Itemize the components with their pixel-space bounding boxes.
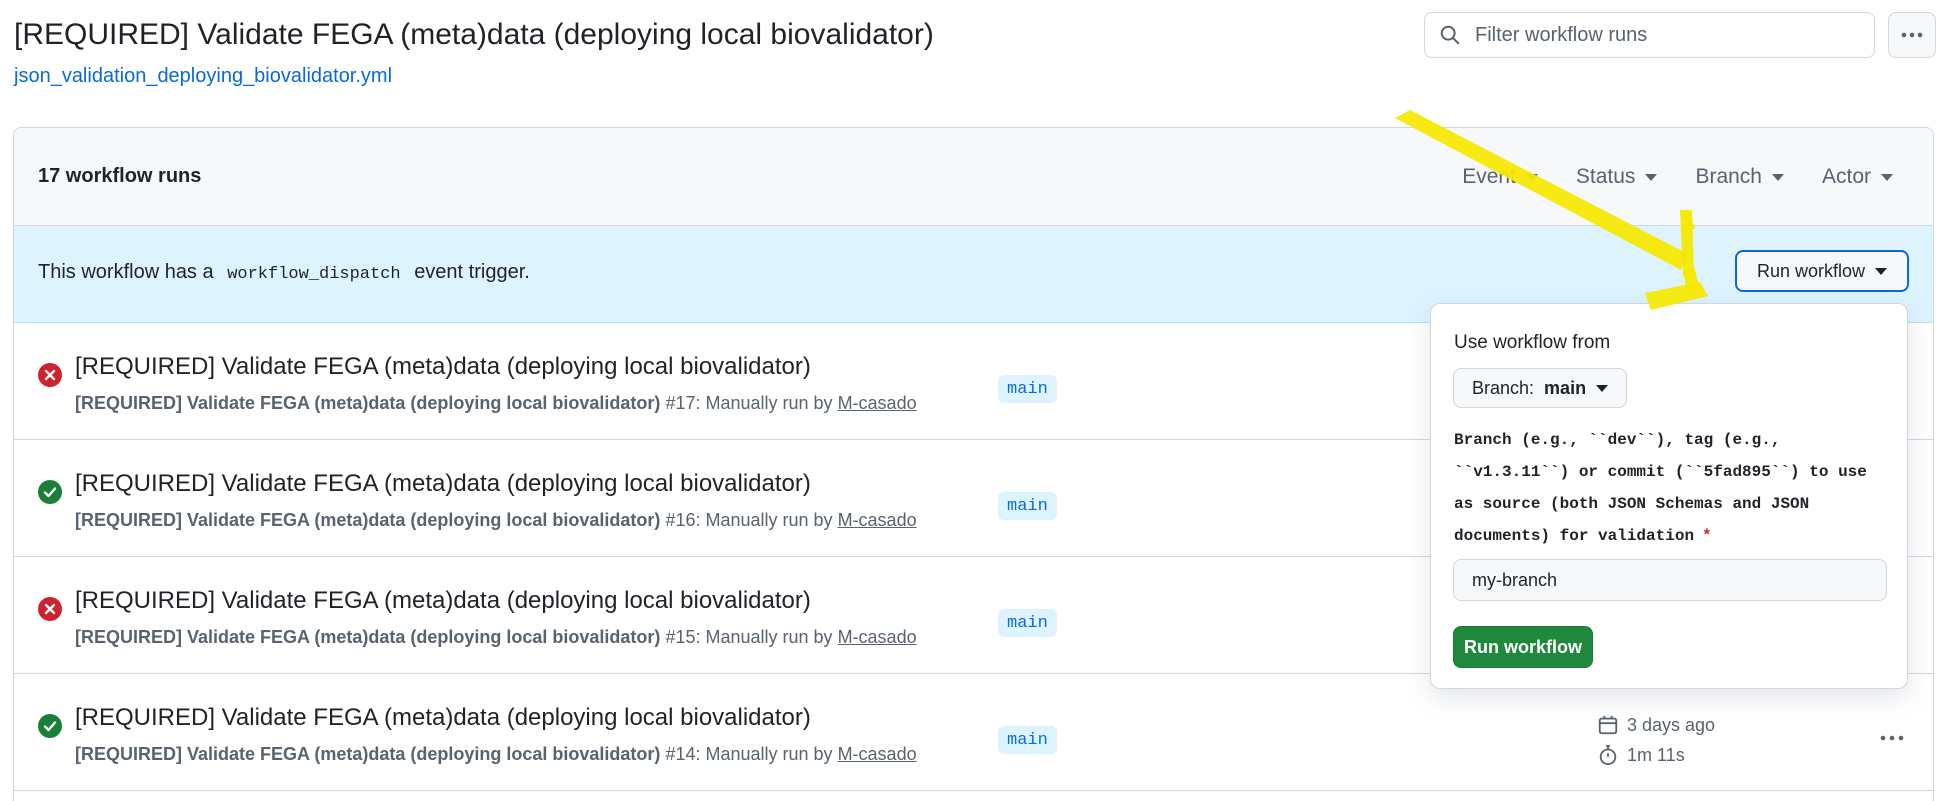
run-more-options-button[interactable] (1876, 726, 1908, 750)
run-title[interactable]: [REQUIRED] Validate FEGA (meta)data (dep… (75, 587, 811, 615)
success-check-circle-icon (38, 714, 62, 738)
run-title[interactable]: [REQUIRED] Validate FEGA (meta)data (dep… (75, 470, 811, 498)
run-title[interactable]: [REQUIRED] Validate FEGA (meta)data (dep… (75, 353, 811, 381)
page-title: [REQUIRED] Validate FEGA (meta)data (dep… (14, 18, 934, 51)
run-info: #15: Manually run by (665, 627, 833, 647)
run-workflow-popover: Use workflow from Branch: main Branch (e… (1430, 303, 1908, 689)
run-meta: [REQUIRED] Validate FEGA (meta)data (dep… (75, 744, 917, 765)
kebab-horizontal-icon (1901, 32, 1923, 38)
caret-down-icon (1875, 267, 1888, 275)
branch-select-value: main (1544, 377, 1587, 398)
run-title[interactable]: [REQUIRED] Validate FEGA (meta)data (dep… (75, 704, 811, 732)
branch-label[interactable]: main (998, 609, 1057, 637)
workflow-runs-count: 17 workflow runs (38, 165, 202, 187)
dispatch-text-after: event trigger. (414, 261, 530, 283)
run-actor-link[interactable]: M-casado (838, 744, 917, 764)
run-time-info: 3 days ago 1m 11s (1597, 710, 1715, 770)
run-workflow-dropdown-button[interactable]: Run workflow (1735, 250, 1909, 292)
run-info: #16: Manually run by (665, 510, 833, 530)
run-meta: [REQUIRED] Validate FEGA (meta)data (dep… (75, 510, 917, 531)
run-meta: [REQUIRED] Validate FEGA (meta)data (dep… (75, 627, 917, 648)
more-options-button[interactable] (1888, 12, 1936, 58)
branch-label[interactable]: main (998, 492, 1057, 520)
success-check-circle-icon (38, 480, 62, 504)
run-workflow-name: [REQUIRED] Validate FEGA (meta)data (dep… (75, 393, 661, 413)
branch-select-prefix: Branch: (1472, 377, 1535, 398)
run-duration: 1m 11s (1627, 744, 1685, 765)
caret-down-icon (1881, 173, 1893, 181)
branch-label[interactable]: main (998, 375, 1057, 403)
search-icon (1440, 25, 1460, 45)
branch-filter-label: Branch (1695, 165, 1762, 188)
branch-select-button[interactable]: Branch: main (1453, 368, 1628, 408)
required-mark: * (1702, 527, 1712, 545)
calendar-icon (1598, 715, 1618, 735)
run-workflow-name: [REQUIRED] Validate FEGA (meta)data (dep… (75, 744, 661, 764)
filter-runs-input[interactable] (1475, 23, 1855, 47)
status-filter-menu[interactable]: Status (1576, 165, 1658, 189)
run-workflow-submit-button[interactable]: Run workflow (1453, 626, 1593, 668)
branch-label[interactable]: main (998, 726, 1057, 754)
caret-down-icon (1525, 173, 1538, 181)
run-meta: [REQUIRED] Validate FEGA (meta)data (dep… (75, 393, 917, 414)
dispatch-code: workflow_dispatch (227, 265, 401, 284)
run-time-ago: 3 days ago (1627, 714, 1716, 735)
actor-filter-menu[interactable]: Actor (1822, 165, 1893, 189)
run-info: #17: Manually run by (665, 393, 833, 413)
runs-box-header: 17 workflow runs Event Status Branch Act… (14, 128, 1933, 226)
branch-ref-input[interactable] (1453, 559, 1887, 601)
caret-down-icon (1645, 173, 1658, 181)
run-filter-menus: Event Status Branch Actor (1462, 165, 1893, 189)
stopwatch-icon (1599, 744, 1617, 766)
popover-heading: Use workflow from (1454, 332, 1611, 353)
failure-x-circle-icon (38, 597, 62, 621)
run-workflow-name: [REQUIRED] Validate FEGA (meta)data (dep… (75, 627, 661, 647)
caret-down-icon (1596, 384, 1609, 392)
status-filter-label: Status (1575, 165, 1636, 188)
actor-filter-label: Actor (1821, 165, 1871, 188)
branch-input-label-text: Branch (e.g., ``dev``), tag (e.g., ``v1.… (1454, 431, 1867, 545)
run-workflow-name: [REQUIRED] Validate FEGA (meta)data (dep… (75, 510, 661, 530)
caret-down-icon (1771, 173, 1784, 181)
run-info: #14: Manually run by (665, 744, 833, 764)
run-workflow-dropdown-label: Run workflow (1756, 260, 1866, 281)
branch-input-label: Branch (e.g., ``dev``), tag (e.g., ``v1.… (1454, 424, 1894, 552)
event-filter-menu[interactable]: Event (1462, 165, 1538, 189)
event-filter-label: Event (1462, 165, 1516, 188)
filter-runs-box[interactable] (1424, 12, 1875, 58)
workflow-run-row[interactable]: [REQUIRED] Validate FEGA (meta)data (dep… (14, 674, 1933, 791)
workflow-file-link[interactable]: json_validation_deploying_biovalidator.y… (14, 65, 392, 88)
dispatch-text-before: This workflow has a (38, 261, 214, 283)
run-actor-link[interactable]: M-casado (838, 627, 917, 647)
run-actor-link[interactable]: M-casado (838, 510, 917, 530)
branch-filter-menu[interactable]: Branch (1695, 165, 1784, 189)
failure-x-circle-icon (38, 363, 62, 387)
run-actor-link[interactable]: M-casado (838, 393, 917, 413)
dispatch-banner-text: This workflow has a workflow_dispatch ev… (38, 261, 530, 284)
kebab-horizontal-icon (1880, 735, 1904, 741)
